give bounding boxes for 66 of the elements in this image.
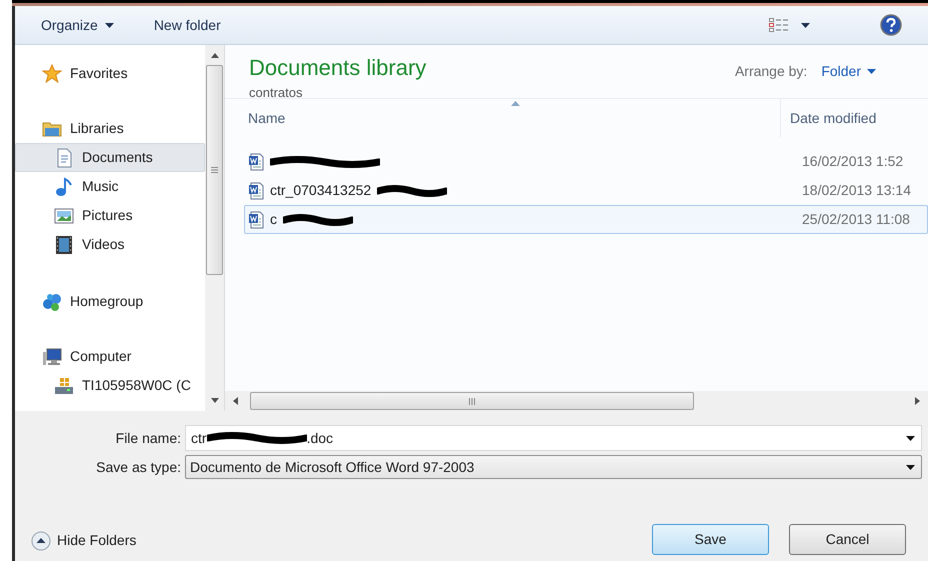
hide-folders-button[interactable]: Hide Folders: [31, 530, 136, 551]
arrange-dropdown[interactable]: Folder: [821, 61, 876, 82]
sidebar-item[interactable]: Libraries: [15, 114, 205, 143]
sidebar-item[interactable]: Documents: [15, 143, 205, 172]
help-icon: [880, 14, 902, 36]
document-icon: [248, 210, 264, 228]
caret-icon: [801, 22, 810, 28]
scroll-down-icon[interactable]: [210, 398, 218, 403]
date-cell-text: 18/02/2013 13:14: [801, 181, 911, 200]
dialog-button[interactable]: Cancel: [789, 524, 906, 555]
file-extension-text: .doc: [306, 428, 334, 448]
dialog-button[interactable]: Save: [652, 524, 769, 555]
sidebar-item[interactable]: Computer: [15, 342, 205, 371]
scroll-up-icon[interactable]: [210, 53, 218, 58]
file-row[interactable]: c 25/02/2013 11:08: [244, 205, 928, 234]
caret-icon: [867, 69, 876, 74]
scroll-thumb[interactable]: [250, 392, 694, 410]
help-button[interactable]: [880, 14, 902, 36]
view-list-icon: [769, 18, 789, 32]
file-row[interactable]: ctr_0703413252 18/02/2013 13:14: [244, 176, 928, 205]
date-cell-text: 16/02/2013 1:52: [801, 152, 904, 171]
drive-icon: [54, 376, 74, 396]
file-name-field[interactable]: ctr .doc: [185, 425, 922, 451]
column-header[interactable]: Name: [225, 99, 781, 137]
sidebar-item[interactable]: Pictures: [15, 201, 205, 230]
save-type-dropdown[interactable]: Documento de Microsoft Office Word 97-2003: [185, 455, 922, 479]
file-name-text: ctr: [191, 428, 207, 448]
pictures-icon: [54, 206, 74, 226]
document-icon: [248, 152, 264, 170]
sidebar-item[interactable]: Music: [15, 172, 205, 201]
document-icon: [248, 182, 264, 200]
sidebar-item[interactable]: TI105958W0C (C: [15, 371, 205, 400]
dropdown-arrow-icon: [906, 464, 915, 470]
horizontal-scrollbar[interactable]: [225, 391, 928, 411]
music-icon: [54, 176, 74, 196]
collapse-up-icon: [31, 530, 51, 550]
scroll-right-icon[interactable]: [915, 397, 920, 405]
homegroup-icon: [42, 292, 62, 312]
sidebar-item[interactable]: Homegroup: [15, 287, 205, 316]
sidebar-item[interactable]: Favorites: [15, 59, 205, 88]
library-title: Documents library: [249, 55, 426, 81]
grip-icon: [469, 398, 475, 404]
file-name: c: [270, 210, 277, 229]
computer-icon: [42, 346, 62, 366]
scroll-thumb[interactable]: [206, 65, 223, 275]
save-type-value: Documento de Microsoft Office Word 97-2003: [190, 458, 474, 474]
new-folder-button[interactable]: New folder: [154, 14, 221, 36]
caret-icon: [104, 22, 114, 28]
scroll-left-icon[interactable]: [233, 397, 238, 405]
column-header[interactable]: Date modified: [781, 99, 928, 137]
arrange-label: Arrange by:: [734, 62, 808, 81]
folder-subtitle: contratos: [249, 84, 304, 102]
date-cell-text: 25/02/2013 11:08: [801, 210, 910, 229]
file-row[interactable]: 16/02/2013 1:52: [244, 147, 928, 176]
dropdown-arrow-icon: [906, 436, 915, 440]
organize-menu[interactable]: Organize: [41, 14, 114, 36]
file-name: ctr_0703413252: [270, 181, 372, 200]
vertical-scrollbar[interactable]: [205, 45, 225, 411]
grip-icon: [211, 167, 218, 173]
sidebar-item[interactable]: Videos: [15, 230, 205, 259]
star-icon: [42, 64, 62, 84]
field-label: File name:: [114, 428, 182, 448]
sort-arrow-icon: [511, 101, 520, 106]
videos-icon: [54, 234, 74, 254]
field-label: Save as type:: [95, 458, 182, 477]
view-options-button[interactable]: [769, 18, 810, 32]
